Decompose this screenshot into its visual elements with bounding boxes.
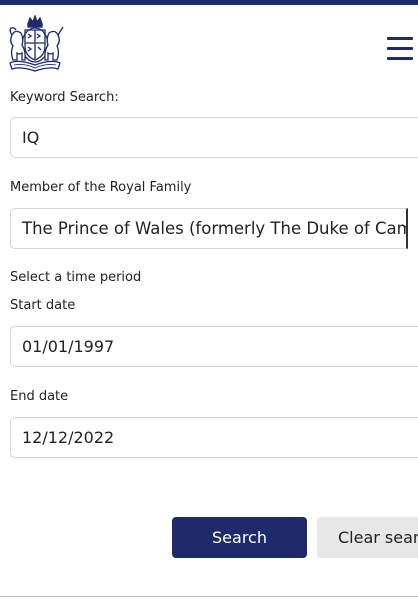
end-date-field[interactable]: [10, 417, 418, 458]
start-date-input[interactable]: [11, 327, 418, 366]
member-select-value: The Prince of Wales (formerly The Duke o…: [22, 219, 406, 238]
start-date-field[interactable]: [10, 326, 418, 367]
end-date-label: End date: [10, 389, 69, 404]
menu-line: [387, 37, 413, 40]
hamburger-menu-icon[interactable]: [387, 37, 413, 61]
menu-line: [387, 57, 413, 60]
start-date-label: Start date: [10, 298, 76, 313]
end-date-input[interactable]: [11, 418, 418, 457]
member-label: Member of the Royal Family: [10, 180, 192, 195]
royal-crest-logo[interactable]: [4, 15, 66, 73]
search-button[interactable]: Search: [172, 517, 307, 558]
site-header: [0, 5, 418, 85]
menu-line: [387, 47, 413, 50]
member-select[interactable]: The Prince of Wales (formerly The Duke o…: [10, 208, 408, 249]
divider: [0, 596, 418, 597]
keyword-search-input[interactable]: [11, 118, 418, 157]
time-period-heading: Select a time period: [10, 270, 142, 285]
keyword-search-field[interactable]: [10, 117, 418, 158]
keyword-search-label: Keyword Search:: [10, 90, 119, 105]
clear-search-button[interactable]: Clear search: [317, 517, 418, 558]
